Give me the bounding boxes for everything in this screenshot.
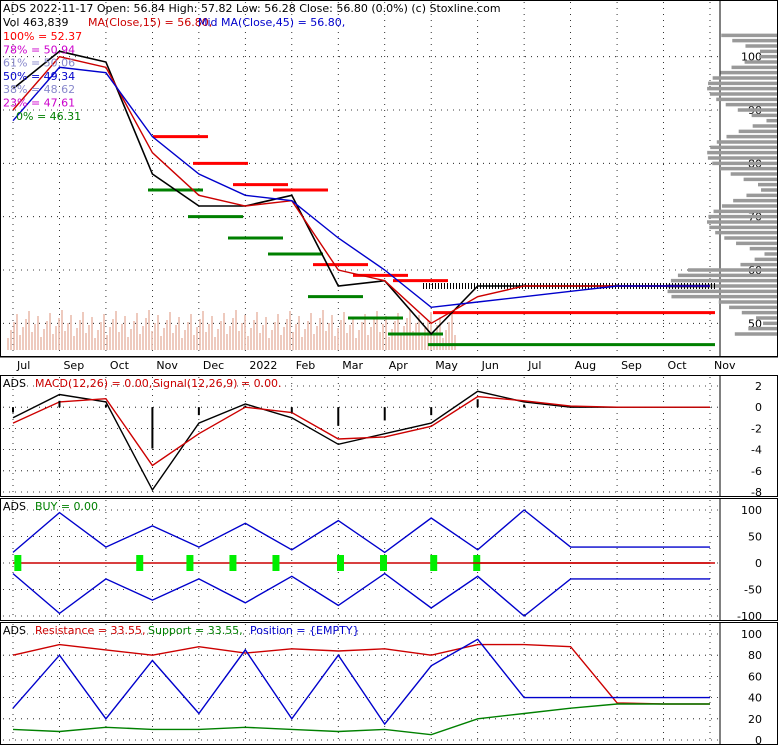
fib-level-label: 100% = 52.37 xyxy=(3,30,82,43)
x-tick-label: Sep xyxy=(621,359,642,372)
y-tick-label: 80 xyxy=(748,649,762,662)
x-tick-label: May xyxy=(435,359,458,372)
buy-signal-marker xyxy=(186,555,194,571)
y-tick-label: 20 xyxy=(748,713,762,726)
x-tick-label: Dec xyxy=(203,359,224,372)
y-tick-label: -50 xyxy=(744,584,762,597)
series-line xyxy=(12,390,710,492)
x-tick-label: Jun xyxy=(481,359,499,372)
series-line xyxy=(12,509,710,554)
series-line xyxy=(12,66,710,309)
buy-signal-marker xyxy=(272,555,280,571)
buy-label: BUY = 0.00 xyxy=(35,500,98,513)
signal-label: Signal(12,26,9) = 0.00. xyxy=(153,377,282,390)
buy-signal-marker xyxy=(380,555,388,571)
resistance-label: Resistance = 33.55, xyxy=(35,624,145,637)
y-tick-label: -4 xyxy=(751,444,762,457)
x-tick-label: Sep xyxy=(63,359,84,372)
x-tick-label: Jul xyxy=(16,359,30,372)
ma45-label: Mid MA(Close,45) = 56.80, xyxy=(198,16,345,29)
macd-label: MACD(12,26) = 0.00, xyxy=(35,377,152,390)
series-line xyxy=(12,703,710,736)
fib-level-label: 0% = 46.31 xyxy=(16,110,81,123)
x-tick-label: Aug xyxy=(575,359,596,372)
x-tick-label: Apr xyxy=(389,359,409,372)
buy-signal-marker xyxy=(14,555,22,571)
header-line: ADS 2022-11-17 Open: 56.84 High: 57.82 L… xyxy=(3,2,501,15)
volume-label: Vol 463,839 xyxy=(3,16,68,29)
fib-level-label: 50% = 49.34 xyxy=(3,70,75,83)
y-tick-label: 0 xyxy=(755,401,762,414)
series-line xyxy=(12,572,710,617)
position-label: Position = {EMPTY} xyxy=(250,624,360,637)
panel-frame xyxy=(0,622,778,745)
buy-name: ADS xyxy=(3,500,26,513)
panel-frame xyxy=(0,498,778,621)
panel-frame xyxy=(0,0,778,357)
fib-level-label: 61% = 50.06 xyxy=(3,57,75,70)
y-tick-label: -2 xyxy=(751,422,762,435)
x-tick-label: 2022 xyxy=(249,359,277,372)
support-label: Support = 33.55, xyxy=(148,624,243,637)
x-tick-label: Mar xyxy=(342,359,363,372)
srp-name: ADS xyxy=(3,624,26,637)
x-tick-label: Feb xyxy=(296,359,315,372)
y-tick-label: 0 xyxy=(755,557,762,570)
y-tick-label: 40 xyxy=(748,692,762,705)
y-tick-label: -6 xyxy=(751,465,762,478)
y-tick-label: 100 xyxy=(741,504,762,517)
y-tick-label: 0 xyxy=(755,734,762,746)
y-tick-label: -100 xyxy=(737,610,762,623)
series-line xyxy=(12,50,710,336)
fib-level-label: 78% = 50.94 xyxy=(3,43,75,56)
ma15-label: MA(Close,15) = 56.80, xyxy=(88,16,212,29)
chart-canvas: Jul Sep Oct Nov Dec 2022 Feb Mar Apr May Jun Jul Aug… xyxy=(0,0,778,746)
x-tick-label: Nov xyxy=(714,359,736,372)
macd-name: ADS xyxy=(3,377,26,390)
buy-signal-marker xyxy=(136,555,144,571)
x-tick-label: Nov xyxy=(156,359,178,372)
series-line xyxy=(12,638,710,726)
y-tick-label: 2 xyxy=(755,380,762,393)
y-tick-label: -8 xyxy=(751,486,762,499)
fib-level-label: 23% = 47.61 xyxy=(3,97,75,110)
stoxline-chart: Jul Sep Oct Nov Dec 2022 Feb Mar Apr May Jun Jul Aug… xyxy=(0,0,778,746)
fib-level-label: 38% = 48.62 xyxy=(3,83,75,96)
x-tick-label: Jul xyxy=(527,359,541,372)
y-tick-label: 60 xyxy=(748,670,762,683)
series-line xyxy=(12,643,710,705)
buy-signal-marker xyxy=(336,555,344,571)
x-tick-label: Oct xyxy=(668,359,688,372)
y-tick-label: 50 xyxy=(748,531,762,544)
buy-signal-marker xyxy=(430,555,438,571)
buy-signal-marker xyxy=(229,555,237,571)
x-tick-label: Oct xyxy=(110,359,130,372)
y-tick-label: 100 xyxy=(741,628,762,641)
